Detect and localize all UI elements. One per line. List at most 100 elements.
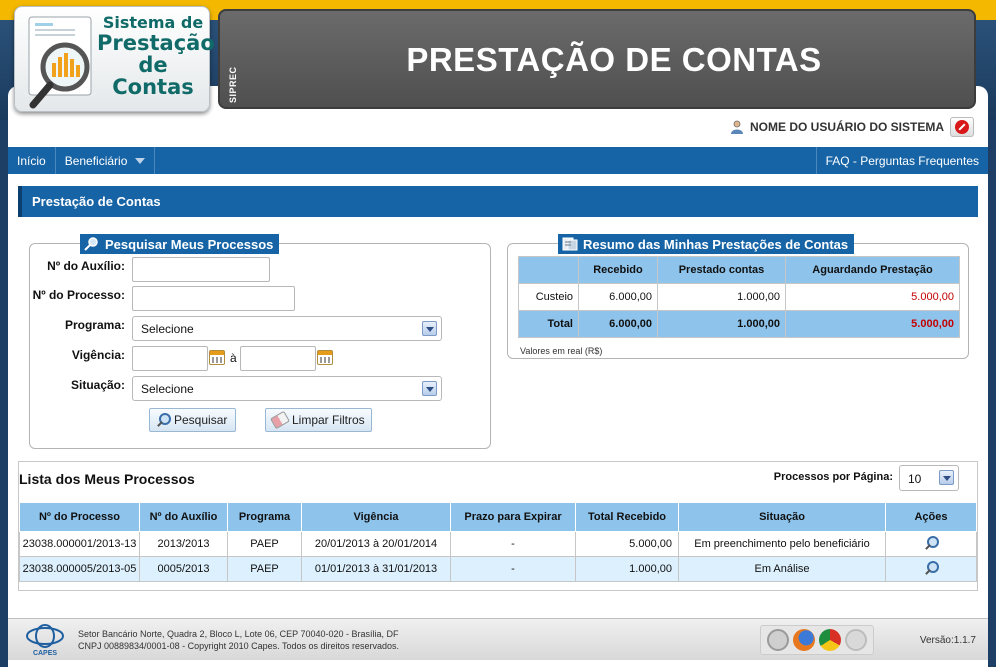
eraser-icon [270,410,290,430]
logo-line-3: de Contas [112,52,194,99]
safari-icon [845,629,867,651]
summary-total-rendered: 1.000,00 [657,310,786,338]
nav-faq-label: FAQ - Perguntas Frequentes [825,153,979,168]
logo-line-1: Sistema de [102,13,204,32]
clear-filters-button[interactable]: Limpar Filtros [265,408,372,432]
summary-total-pending: 5.000,00 [785,310,960,338]
version-label: Versão:1.1.7 [919,635,976,646]
nav-home-label: Início [17,153,46,168]
nav-home[interactable]: Início [8,147,56,174]
cell-actions [885,556,977,582]
cell-total: 5.000,00 [575,531,679,557]
logo-magnifier-chart-icon [28,16,92,109]
view-details-icon[interactable] [924,535,939,550]
calendar-icon[interactable] [209,350,225,365]
summary-row-received: 6.000,00 [578,283,658,311]
summary-header-received: Recebido [578,256,658,284]
per-page-value: 10 [908,472,922,486]
cell-process: 23038.000005/2013-05 [19,556,140,582]
vigencia-label: Vigência: [71,348,125,362]
search-legend: Pesquisar Meus Processos [80,234,280,254]
summary-total-received: 6.000,00 [578,310,658,338]
process-table-header: Nº do Processo Nº do Auxílio Programa Vi… [19,502,977,532]
col-header-expire[interactable]: Prazo para Expirar [450,502,576,532]
col-header-aux[interactable]: Nº do Auxílio [139,502,228,532]
chevron-down-icon [135,157,146,164]
summary-legend-text: Resumo das Minhas Prestações de Contas [583,236,849,252]
view-details-icon[interactable] [924,560,939,575]
process-list-title: Lista dos Meus Processos [19,471,195,487]
summary-header-row: Recebido Prestado contas Aguardando Pres… [518,256,960,284]
cell-process: 23038.000001/2013-13 [19,531,140,557]
aux-label: Nº do Auxílio: [47,259,125,273]
per-page-select[interactable]: 10 [899,465,959,491]
capes-logo-text: CAPES [33,650,57,657]
logo-line-2: Prestação [97,30,215,55]
summary-row-pending: 5.000,00 [785,283,960,311]
nav-beneficiary-label: Beneficiário [64,153,128,168]
chevron-down-icon [422,381,437,396]
footer-address-block: Setor Bancário Norte, Quadra 2, Bloco L,… [78,629,399,652]
internet-explorer-icon [767,629,789,651]
firefox-icon [793,629,815,651]
logout-button[interactable] [950,117,974,137]
status-label: Situação: [70,378,125,392]
col-header-vigencia[interactable]: Vigência [301,502,451,532]
cell-vigencia: 01/01/2013 à 31/01/2013 [301,556,451,582]
summary-panel: Resumo das Minhas Prestações de Contas R… [507,234,969,359]
col-header-process[interactable]: Nº do Processo [19,502,140,532]
supported-browsers [760,625,874,655]
siprec-logo[interactable]: Sistema de Prestação de Contas [14,6,215,112]
vigencia-end-input[interactable] [240,346,316,371]
process-number-input[interactable] [132,286,295,311]
col-header-program[interactable]: Programa [227,502,302,532]
nav-beneficiary[interactable]: Beneficiário [56,147,156,174]
report-icon [562,237,578,251]
status-select-value: Selecione [141,382,194,396]
main-nav: Início Beneficiário FAQ - Perguntas Freq… [8,147,988,174]
summary-note: Valores em real (R$) [520,346,603,356]
user-bar: NOME DO USUÁRIO DO SISTEMA [730,116,974,138]
summary-row: Custeio 6.000,00 1.000,00 5.000,00 [518,283,960,311]
search-button[interactable]: Pesquisar [149,408,236,432]
calendar-icon[interactable] [317,350,333,365]
col-header-status[interactable]: Situação [678,502,886,532]
col-header-actions: Ações [885,502,977,532]
program-label: Programa: [64,318,125,332]
footer: CAPES Setor Bancário Norte, Quadra 2, Bl… [8,618,988,660]
logo-wordmark: Sistema de Prestação de Contas [97,13,215,99]
cell-status: Em preenchimento pelo beneficiário [678,531,886,557]
cell-vigencia: 20/01/2013 à 20/01/2014 [301,531,451,557]
user-name: NOME DO USUÁRIO DO SISTEMA [749,120,944,134]
vigencia-separator: à [230,351,237,365]
summary-total-label: Total [518,310,579,338]
search-legend-text: Pesquisar Meus Processos [105,236,274,252]
summary-header-rendered: Prestado contas [657,256,786,284]
cell-aux: 0005/2013 [139,556,228,582]
clear-filters-label: Limpar Filtros [292,413,365,427]
status-select[interactable]: Selecione [132,376,442,401]
process-table: Nº do Processo Nº do Auxílio Programa Vi… [19,502,977,582]
col-header-total[interactable]: Total Recebido [575,502,679,532]
search-button-label: Pesquisar [174,413,228,427]
nav-faq[interactable]: FAQ - Perguntas Frequentes [815,147,988,174]
logout-icon [955,120,969,134]
program-select[interactable]: Selecione [132,316,442,341]
cell-total: 1.000,00 [575,556,679,582]
program-select-value: Selecione [141,322,194,336]
footer-address: Setor Bancário Norte, Quadra 2, Bloco L,… [78,629,399,639]
cell-program: PAEP [227,531,302,557]
summary-row-label: Custeio [518,283,579,311]
cell-aux: 2013/2013 [139,531,228,557]
cell-program: PAEP [227,556,302,582]
table-row: 23038.000005/2013-05 0005/2013 PAEP 01/0… [19,556,977,582]
section-title: Prestação de Contas [18,186,978,217]
capes-logo: CAPES [26,624,64,657]
aux-number-input[interactable] [132,257,270,282]
summary-header-blank [518,256,579,284]
vigencia-start-input[interactable] [132,346,208,371]
per-page-label: Processos por Página: [773,471,893,483]
cell-expire: - [450,531,576,557]
page-banner: SIPREC PRESTAÇÃO DE CONTAS [218,9,976,109]
page-title: PRESTAÇÃO DE CONTAS [406,41,822,78]
